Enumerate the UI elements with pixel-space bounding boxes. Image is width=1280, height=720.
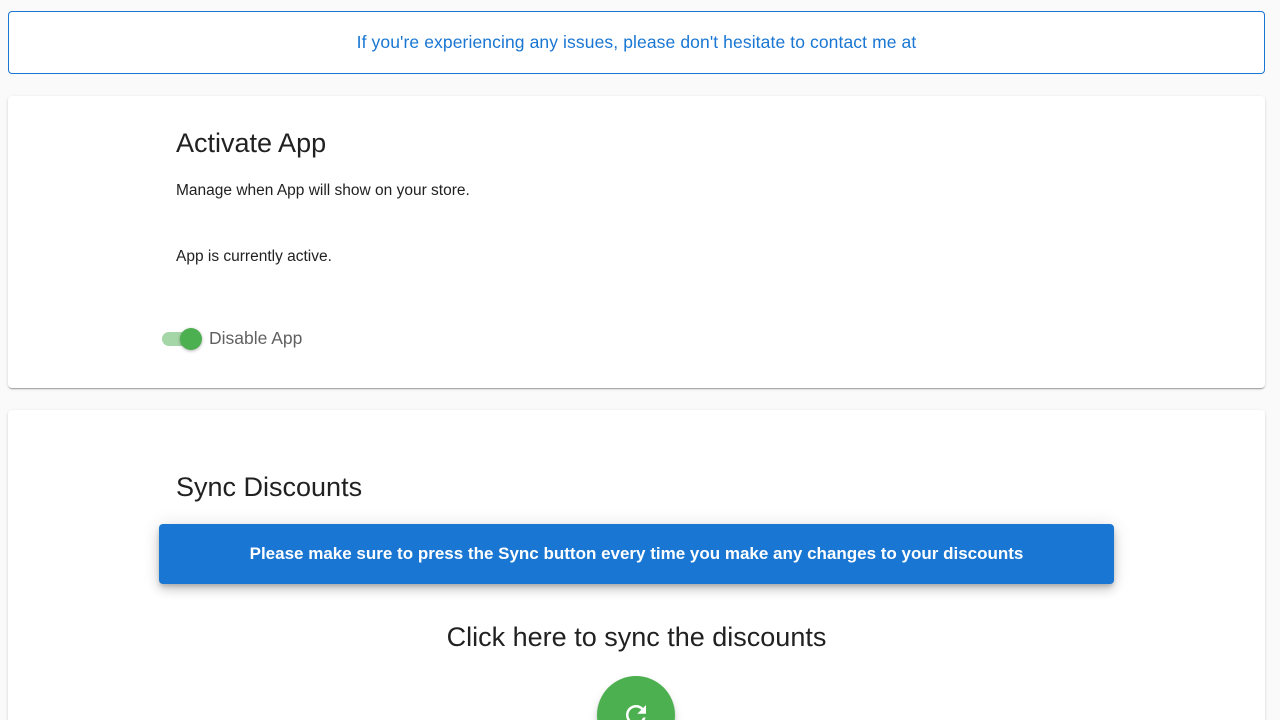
sync-discounts-card: Sync Discounts Please make sure to press… bbox=[8, 410, 1265, 720]
sync-cta-text: Click here to sync the discounts bbox=[446, 622, 827, 652]
contact-banner-text: If you're experiencing any issues, pleas… bbox=[356, 32, 917, 52]
activate-app-title: Activate App bbox=[176, 128, 327, 158]
toggle-thumb bbox=[180, 328, 202, 350]
sync-discounts-title: Sync Discounts bbox=[176, 472, 363, 502]
disable-app-toggle[interactable]: Disable App bbox=[160, 324, 302, 352]
toggle-label: Disable App bbox=[209, 327, 303, 348]
sync-icon bbox=[626, 704, 646, 720]
sync-info-alert: Please make sure to press the Sync butto… bbox=[159, 524, 1114, 584]
toggle-switch[interactable] bbox=[160, 326, 204, 350]
sync-button[interactable] bbox=[597, 676, 675, 720]
activate-app-description: Manage when App will show on your store. bbox=[176, 182, 470, 199]
activate-app-card: Activate App Manage when App will show o… bbox=[8, 96, 1265, 388]
contact-banner: If you're experiencing any issues, pleas… bbox=[8, 11, 1265, 74]
app-settings-page: If you're experiencing any issues, pleas… bbox=[0, 0, 1280, 720]
app-status-text: App is currently active. bbox=[176, 248, 332, 265]
sync-info-text: Please make sure to press the Sync butto… bbox=[249, 544, 1024, 563]
